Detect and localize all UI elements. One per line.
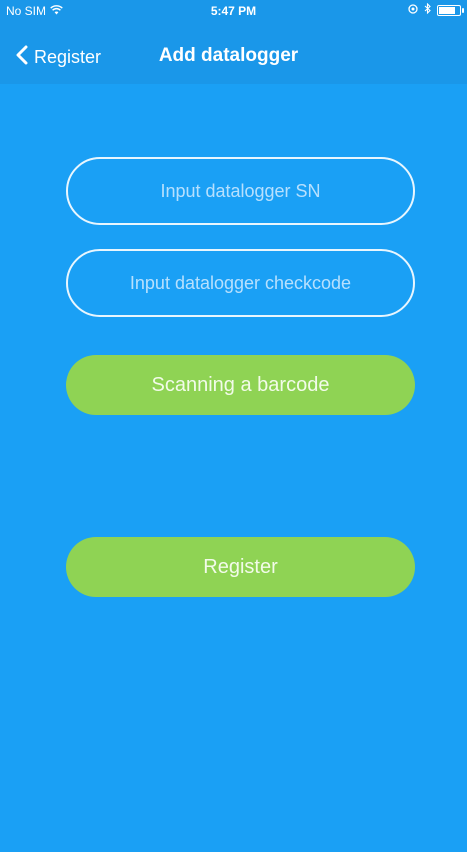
status-right xyxy=(408,2,464,17)
scan-barcode-label: Scanning a barcode xyxy=(151,373,330,396)
battery-icon xyxy=(437,4,464,16)
datalogger-sn-input[interactable] xyxy=(68,158,413,224)
status-time: 5:47 PM xyxy=(210,4,257,18)
datalogger-sn-field[interactable] xyxy=(66,157,415,225)
scan-barcode-button[interactable]: Scanning a barcode xyxy=(66,355,415,415)
navigation-bar: Register Add datalogger xyxy=(0,22,467,84)
datalogger-checkcode-input[interactable] xyxy=(68,250,413,316)
status-bar: No SIM 5:47 PM xyxy=(0,0,467,22)
register-button-label: Register xyxy=(203,555,278,578)
location-icon xyxy=(408,3,418,17)
bluetooth-icon xyxy=(424,2,431,17)
datalogger-checkcode-field[interactable] xyxy=(66,249,415,317)
register-button[interactable]: Register xyxy=(66,537,415,597)
page-title: Add datalogger xyxy=(158,45,299,66)
